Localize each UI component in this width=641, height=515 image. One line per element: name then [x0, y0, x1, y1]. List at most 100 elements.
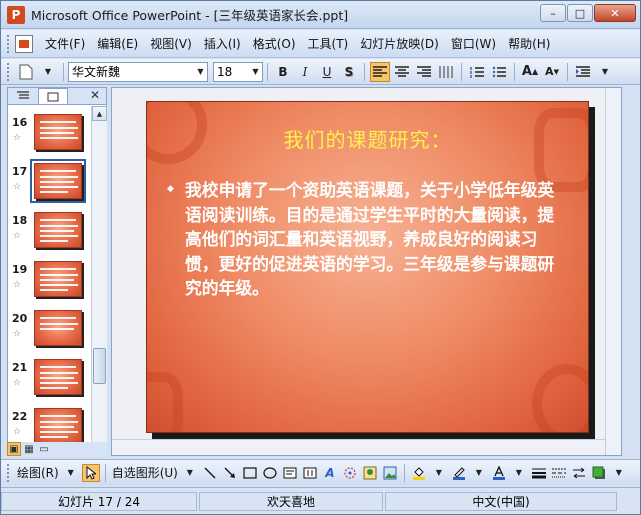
slides-tab[interactable] [38, 88, 68, 104]
select-objects-icon[interactable] [81, 463, 100, 482]
toolbar-grip[interactable] [7, 62, 11, 81]
scroll-up-icon[interactable]: ▲ [92, 106, 107, 121]
menu-file[interactable]: 文件(F) [39, 31, 91, 57]
menu-slideshow[interactable]: 幻灯片放映(D) [354, 31, 445, 57]
increase-font-size-button[interactable]: A ▲ [520, 62, 540, 82]
line-style-icon[interactable] [530, 464, 548, 482]
menu-edit[interactable]: 编辑(E) [91, 31, 144, 57]
vertical-textbox-icon[interactable] [301, 464, 319, 482]
chevron-down-icon[interactable]: ▼ [470, 464, 488, 482]
animation-star-icon[interactable]: ☆ [13, 427, 21, 437]
menu-window[interactable]: 窗口(W) [445, 31, 502, 57]
outline-tab[interactable] [8, 88, 38, 104]
document-icon[interactable] [15, 34, 33, 53]
slide-title[interactable]: 我们的课题研究： [147, 124, 588, 153]
close-button[interactable]: ✕ [594, 4, 636, 22]
dash-style-icon[interactable] [550, 464, 568, 482]
toolbar-grip[interactable] [7, 463, 11, 482]
fill-color-icon[interactable] [410, 464, 428, 482]
slideshow-view-icon[interactable]: ▭ [37, 442, 51, 456]
shadow-button[interactable]: S [339, 62, 359, 82]
chevron-down-icon[interactable]: ▼ [62, 464, 80, 482]
toolbar-overflow-icon[interactable]: ▼ [610, 464, 628, 482]
wordart-icon[interactable]: A [321, 464, 339, 482]
menu-view[interactable]: 视图(V) [144, 31, 198, 57]
line-tool-icon[interactable] [201, 464, 219, 482]
sorter-view-icon[interactable]: ▦ [22, 442, 36, 456]
distribute-icon[interactable] [436, 62, 456, 82]
animation-star-icon[interactable]: ☆ [13, 182, 21, 192]
chevron-down-icon[interactable]: ▼ [181, 464, 199, 482]
chevron-down-icon[interactable]: ▼ [194, 63, 207, 81]
align-center-button[interactable] [392, 62, 412, 82]
slide-body-text[interactable]: 我校申请了一个资助英语课题，关于小学低年级英语阅读训练。目的是通过学生平时的大量… [185, 178, 565, 301]
clipart-icon[interactable] [361, 464, 379, 482]
toolbar-grip[interactable] [7, 34, 11, 53]
rectangle-tool-icon[interactable] [241, 464, 259, 482]
animation-star-icon[interactable]: ☆ [13, 231, 21, 241]
powerpoint-app-icon[interactable]: P [7, 5, 25, 24]
font-name-value: 华文新魏 [72, 65, 121, 79]
slide-thumbnail-row[interactable]: 18 ☆ [8, 212, 90, 258]
scrollbar-thumb[interactable] [93, 348, 106, 384]
editor-vertical-scrollbar[interactable] [605, 88, 621, 455]
indent-icon[interactable] [573, 62, 593, 82]
animation-star-icon[interactable]: ☆ [13, 378, 21, 388]
draw-menu-button[interactable]: 绘图(R) [15, 464, 61, 481]
line-color-icon[interactable] [450, 464, 468, 482]
underline-button[interactable]: U [317, 62, 337, 82]
arrow-tool-icon[interactable] [221, 464, 239, 482]
bold-button[interactable]: B [273, 62, 293, 82]
slide-thumbnail-row[interactable]: 21 ☆ [8, 359, 90, 405]
slide-thumbnail-row[interactable]: 20 ☆ [8, 310, 90, 356]
minimize-button[interactable]: – [540, 4, 566, 22]
diagram-icon[interactable] [341, 464, 359, 482]
chevron-down-icon[interactable]: ▼ [249, 63, 262, 81]
picture-icon[interactable] [381, 464, 399, 482]
thumbnail-text-line [40, 415, 76, 417]
menu-insert[interactable]: 插入(I) [198, 31, 247, 57]
slide-thumbnail[interactable] [34, 212, 82, 248]
slide-thumbnail-row[interactable]: 19 ☆ [8, 261, 90, 307]
decrease-font-size-button[interactable]: A ▼ [542, 62, 562, 82]
oval-tool-icon[interactable] [261, 464, 279, 482]
slide-thumbnail[interactable] [34, 408, 82, 444]
maximize-button[interactable]: □ [567, 4, 593, 22]
slide-thumbnail[interactable] [34, 114, 82, 150]
italic-button[interactable]: I [295, 62, 315, 82]
toolbar-options-icon[interactable]: ▼ [38, 62, 58, 82]
menu-help[interactable]: 帮助(H) [502, 31, 556, 57]
animation-star-icon[interactable]: ☆ [13, 329, 21, 339]
toolbar-overflow-icon[interactable]: ▼ [595, 62, 615, 82]
font-color-icon[interactable] [490, 464, 508, 482]
menu-format[interactable]: 格式(O) [247, 31, 302, 57]
chevron-down-icon[interactable]: ▼ [510, 464, 528, 482]
slide-thumbnail[interactable] [34, 359, 82, 395]
font-name-select[interactable]: 华文新魏 ▼ [68, 61, 208, 82]
slide-thumbnail-row[interactable]: 17 ☆ [8, 159, 90, 209]
new-document-icon[interactable] [16, 62, 36, 82]
slide-number: 18 [12, 214, 28, 227]
menu-tools[interactable]: 工具(T) [302, 31, 355, 57]
animation-star-icon[interactable]: ☆ [13, 280, 21, 290]
editor-horizontal-scrollbar[interactable] [112, 439, 605, 455]
slide-thumbnail-row[interactable]: 16 ☆ [8, 114, 90, 160]
shadow-style-icon[interactable] [590, 464, 608, 482]
font-size-select[interactable]: 18 ▼ [213, 61, 263, 82]
bulleted-list-icon[interactable] [489, 62, 509, 82]
current-slide[interactable]: 我们的课题研究： ◆ 我校申请了一个资助英语课题，关于小学低年级英语阅读训练。目… [146, 101, 589, 433]
textbox-tool-icon[interactable] [281, 464, 299, 482]
arrow-style-icon[interactable] [570, 464, 588, 482]
pane-close-icon[interactable]: ✕ [90, 88, 100, 102]
normal-view-icon[interactable]: ▣ [7, 442, 21, 456]
autoshapes-menu-button[interactable]: 自选图形(U) [110, 464, 180, 481]
align-right-button[interactable] [414, 62, 434, 82]
align-left-button[interactable] [370, 61, 390, 82]
slide-thumbnail[interactable] [34, 261, 82, 297]
slide-thumbnail[interactable] [30, 159, 86, 203]
slide-thumbnail[interactable] [34, 310, 82, 346]
numbered-list-icon[interactable] [467, 62, 487, 82]
chevron-down-icon[interactable]: ▼ [430, 464, 448, 482]
pane-vertical-scrollbar[interactable]: ▲ [91, 106, 107, 456]
animation-star-icon[interactable]: ☆ [13, 133, 21, 143]
